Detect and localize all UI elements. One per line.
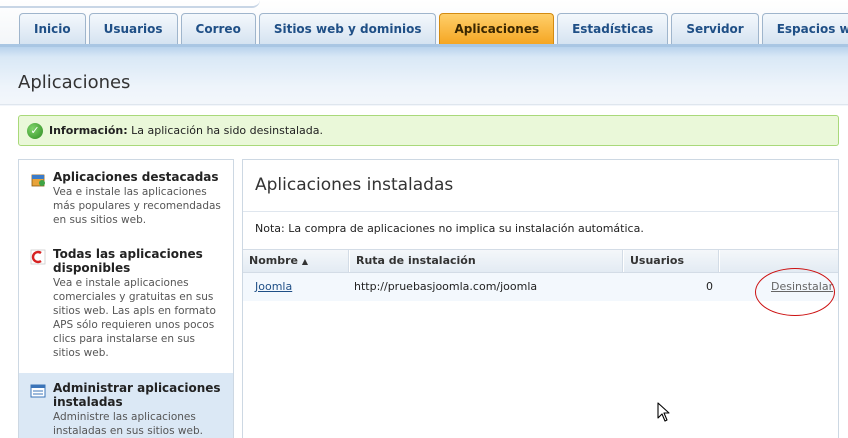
column-path-header[interactable]: Ruta de instalación [349, 250, 623, 272]
main-tabs: Inicio Usuarios Correo Sitios web y domi… [19, 13, 848, 44]
success-check-icon: ✓ [27, 122, 43, 139]
column-actions-header [719, 250, 838, 272]
tab-servidor[interactable]: Servidor [671, 13, 759, 44]
sidebar-item-title: Todas las aplicaciones disponibles [53, 247, 203, 275]
box-icon [31, 174, 45, 187]
sidebar-item-desc: Vea e instale las aplicaciones más popul… [53, 186, 221, 226]
tab-estadisticas[interactable]: Estadísticas [557, 13, 669, 44]
sidebar-item-desc: Administre las aplicaciones instaladas e… [53, 411, 203, 437]
info-message-text: La aplicación ha sido desinstalada. [127, 124, 323, 137]
sidebar: Aplicaciones destacadas Vea e instale la… [18, 159, 234, 438]
sidebar-item-title: Administrar aplicaciones instaladas [53, 381, 221, 409]
list-icon [30, 384, 46, 398]
header-divider [0, 104, 848, 105]
tab-aplicaciones[interactable]: Aplicaciones [439, 13, 555, 44]
app-name-link[interactable]: Joomla [255, 280, 292, 293]
tab-sitios-web[interactable]: Sitios web y dominios [258, 13, 437, 44]
sort-ascending-icon: ▲ [301, 257, 308, 266]
swirl-icon [30, 249, 46, 265]
sidebar-item-desc: Vea e instale aplicaciones comerciales y… [53, 277, 216, 359]
top-navigation-bar: Inicio Usuarios Correo Sitios web y domi… [0, 0, 848, 44]
sidebar-item-title: Aplicaciones destacadas [53, 170, 219, 184]
sidebar-item-all-apps[interactable]: Todas las aplicaciones disponibles Vea e… [19, 247, 233, 367]
app-name-cell: Joomla [255, 273, 292, 301]
panel-title: Aplicaciones instaladas [255, 175, 454, 195]
mouse-cursor-icon [657, 402, 670, 422]
tab-espacios-web[interactable]: Espacios web [761, 13, 848, 44]
info-message: ✓ Información: La aplicación ha sido des… [18, 115, 839, 146]
tab-inicio[interactable]: Inicio [19, 13, 86, 44]
column-name-header[interactable]: Nombre ▲ [243, 250, 349, 272]
info-message-label: Información: [49, 124, 128, 137]
page-title: Aplicaciones [18, 72, 131, 93]
annotation-circle [755, 268, 835, 316]
install-path-cell: http://pruebasjoomla.com/joomla [354, 280, 538, 293]
panel-divider [243, 211, 838, 212]
sidebar-item-manage-installed[interactable]: Administrar aplicaciones instaladas Admi… [19, 373, 233, 438]
table-row: Joomla http://pruebasjoomla.com/joomla 0… [243, 273, 838, 301]
tab-usuarios[interactable]: Usuarios [88, 13, 178, 44]
table-header: Nombre ▲ Ruta de instalación Usuarios [243, 249, 838, 273]
column-users-header[interactable]: Usuarios [623, 250, 719, 272]
installed-apps-panel: Aplicaciones instaladas Nota: La compra … [242, 159, 839, 438]
sidebar-item-featured[interactable]: Aplicaciones destacadas Vea e instale la… [19, 170, 233, 250]
tab-correo[interactable]: Correo [180, 13, 256, 44]
purchase-note: Nota: La compra de aplicaciones no impli… [255, 222, 644, 235]
users-count-cell: 0 [706, 280, 713, 293]
header-decoration [0, 0, 260, 8]
